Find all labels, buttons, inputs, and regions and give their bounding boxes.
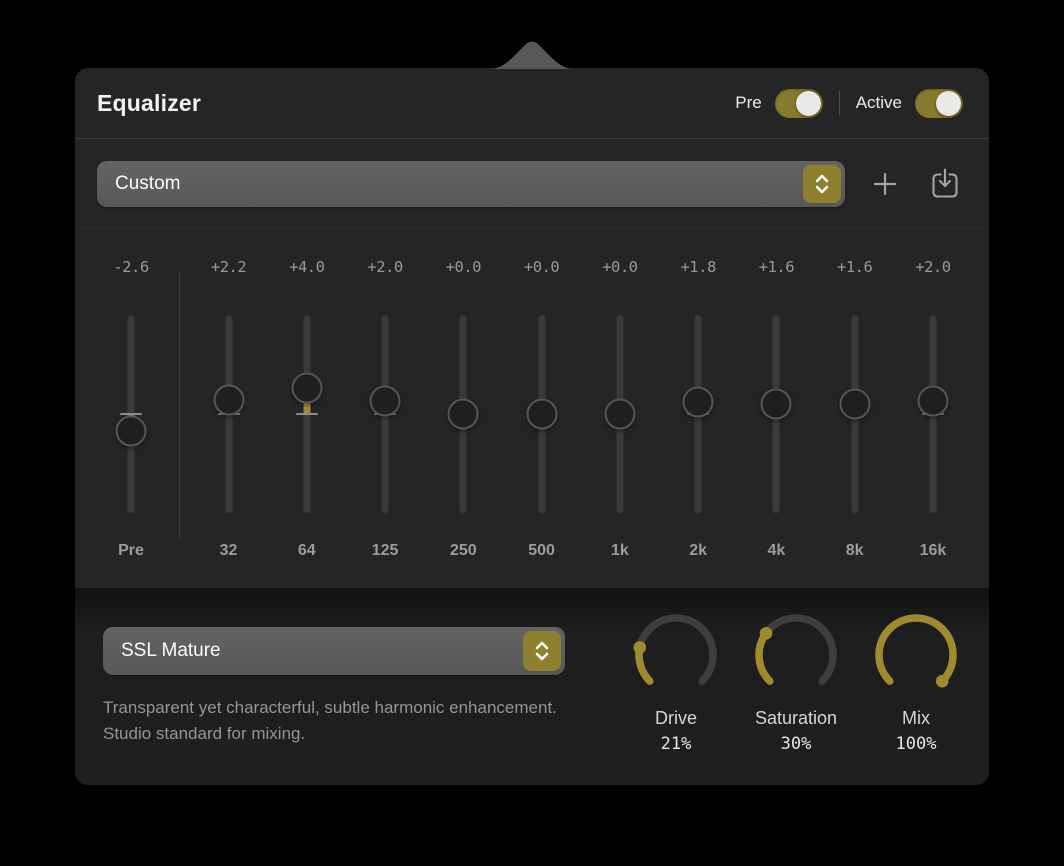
saturation-knob[interactable]	[751, 610, 841, 700]
eq-band-value: +4.0	[289, 258, 324, 280]
eq-band-pre: -2.6 Pre	[101, 258, 161, 562]
eq-band-1k: +0.0 1k	[590, 258, 650, 562]
page-title: Equalizer	[97, 90, 201, 117]
saturation-preset-value: SSL Mature	[103, 640, 221, 662]
eq-band-value: +1.6	[759, 258, 794, 280]
saturation-preset-select[interactable]: SSL Mature	[103, 627, 565, 675]
eq-band-value: +2.0	[367, 258, 402, 280]
eq-slider	[433, 315, 493, 513]
eq-band-2k: +1.8 2k	[668, 258, 728, 562]
eq-band-250: +0.0 250	[433, 258, 493, 562]
knob-label: Saturation	[755, 708, 837, 729]
eq-band-label: 64	[298, 542, 316, 562]
slider-knob[interactable]	[116, 415, 147, 446]
saturation-knob-block: Saturation 30%	[746, 610, 846, 785]
slider-knob[interactable]	[761, 388, 792, 419]
eq-band-value: +2.2	[211, 258, 246, 280]
preset-select[interactable]: Custom	[97, 161, 845, 207]
slider-knob[interactable]	[526, 399, 557, 430]
mix-knob-block: Mix 100%	[866, 610, 966, 785]
active-toggle[interactable]	[915, 89, 963, 118]
eq-band-label: Pre	[118, 542, 144, 562]
eq-band-value: +0.0	[524, 258, 559, 280]
eq-band-label: 8k	[846, 542, 864, 562]
saturation-knobs: Drive 21% Saturation 30% Mix 100%	[595, 588, 989, 785]
eq-slider	[668, 315, 728, 513]
eq-band-label: 16k	[920, 542, 947, 562]
knob-value: 21%	[661, 734, 692, 754]
slider-knob[interactable]	[917, 386, 948, 417]
header-toggles: Pre Active	[735, 89, 963, 118]
popover-arrow	[492, 39, 572, 69]
eq-band-16k: +2.0 16k	[903, 258, 963, 562]
eq-band-label: 500	[528, 542, 555, 562]
eq-slider	[746, 315, 806, 513]
eq-slider	[277, 315, 337, 513]
drive-knob-block: Drive 21%	[626, 610, 726, 785]
eq-slider	[512, 315, 572, 513]
slider-knob[interactable]	[370, 386, 401, 417]
eq-band-label: 2k	[689, 542, 707, 562]
eq-band-value: +1.8	[680, 258, 715, 280]
saturation-description: Transparent yet characterful, subtle har…	[103, 695, 583, 747]
eq-slider	[825, 315, 885, 513]
active-toggle-label: Active	[856, 93, 902, 113]
slider-center-tick	[296, 413, 318, 415]
pre-toggle-group: Pre	[735, 89, 822, 118]
slider-knob[interactable]	[683, 387, 714, 418]
pre-toggle-label: Pre	[735, 93, 761, 113]
equalizer-section: -2.6 Pre +2.2 32 +4.0 64 +2.0 125 +0.0 250 +0.0 500…	[75, 229, 989, 588]
eq-band-4k: +1.6 4k	[746, 258, 806, 562]
active-toggle-group: Active	[856, 89, 963, 118]
saturation-left: SSL Mature Transparent yet characterful,…	[75, 588, 595, 785]
eq-slider	[590, 315, 650, 513]
add-preset-button[interactable]	[865, 164, 905, 204]
chevron-up-down-icon	[803, 165, 841, 203]
eq-band-125: +2.0 125	[355, 258, 415, 562]
knob-label: Drive	[655, 708, 697, 729]
knob-label: Mix	[902, 708, 930, 729]
pre-toggle[interactable]	[775, 89, 823, 118]
eq-slider	[101, 315, 161, 513]
saturation-section: SSL Mature Transparent yet characterful,…	[75, 588, 989, 785]
eq-slider	[199, 315, 259, 513]
eq-band-value: -2.6	[113, 258, 148, 280]
drive-knob[interactable]	[631, 610, 721, 700]
equalizer-bands: -2.6 Pre +2.2 32 +4.0 64 +2.0 125 +0.0 250 +0.0 500…	[101, 258, 963, 562]
eq-band-value: +0.0	[602, 258, 637, 280]
eq-band-label: 1k	[611, 542, 629, 562]
slider-knob[interactable]	[291, 373, 322, 404]
slider-knob[interactable]	[213, 384, 244, 415]
eq-band-8k: +1.6 8k	[825, 258, 885, 562]
mix-knob[interactable]	[871, 610, 961, 700]
plus-icon	[872, 171, 898, 197]
import-preset-button[interactable]	[925, 164, 965, 204]
eq-band-500: +0.0 500	[512, 258, 572, 562]
eq-band-value: +0.0	[446, 258, 481, 280]
eq-band-value: +2.0	[915, 258, 950, 280]
eq-slider	[903, 315, 963, 513]
download-icon	[928, 167, 962, 201]
header: Equalizer Pre Active	[75, 68, 989, 139]
pre-band-divider	[179, 272, 180, 540]
preset-bar: Custom	[75, 139, 989, 229]
eq-band-label: 32	[220, 542, 238, 562]
equalizer-popover: Equalizer Pre Active Custom	[75, 68, 989, 785]
slider-knob[interactable]	[839, 388, 870, 419]
preset-select-value: Custom	[97, 173, 180, 195]
eq-band-value: +1.6	[837, 258, 872, 280]
slider-knob[interactable]	[604, 399, 635, 430]
eq-band-32: +2.2 32	[199, 258, 259, 562]
slider-knob[interactable]	[448, 399, 479, 430]
knob-value: 30%	[781, 734, 812, 754]
eq-band-label: 4k	[767, 542, 785, 562]
knob-value: 100%	[896, 734, 937, 754]
eq-slider	[355, 315, 415, 513]
eq-band-label: 250	[450, 542, 477, 562]
eq-band-label: 125	[372, 542, 399, 562]
eq-band-64: +4.0 64	[277, 258, 337, 562]
chevron-up-down-icon	[523, 631, 561, 671]
toggle-divider	[839, 91, 840, 115]
